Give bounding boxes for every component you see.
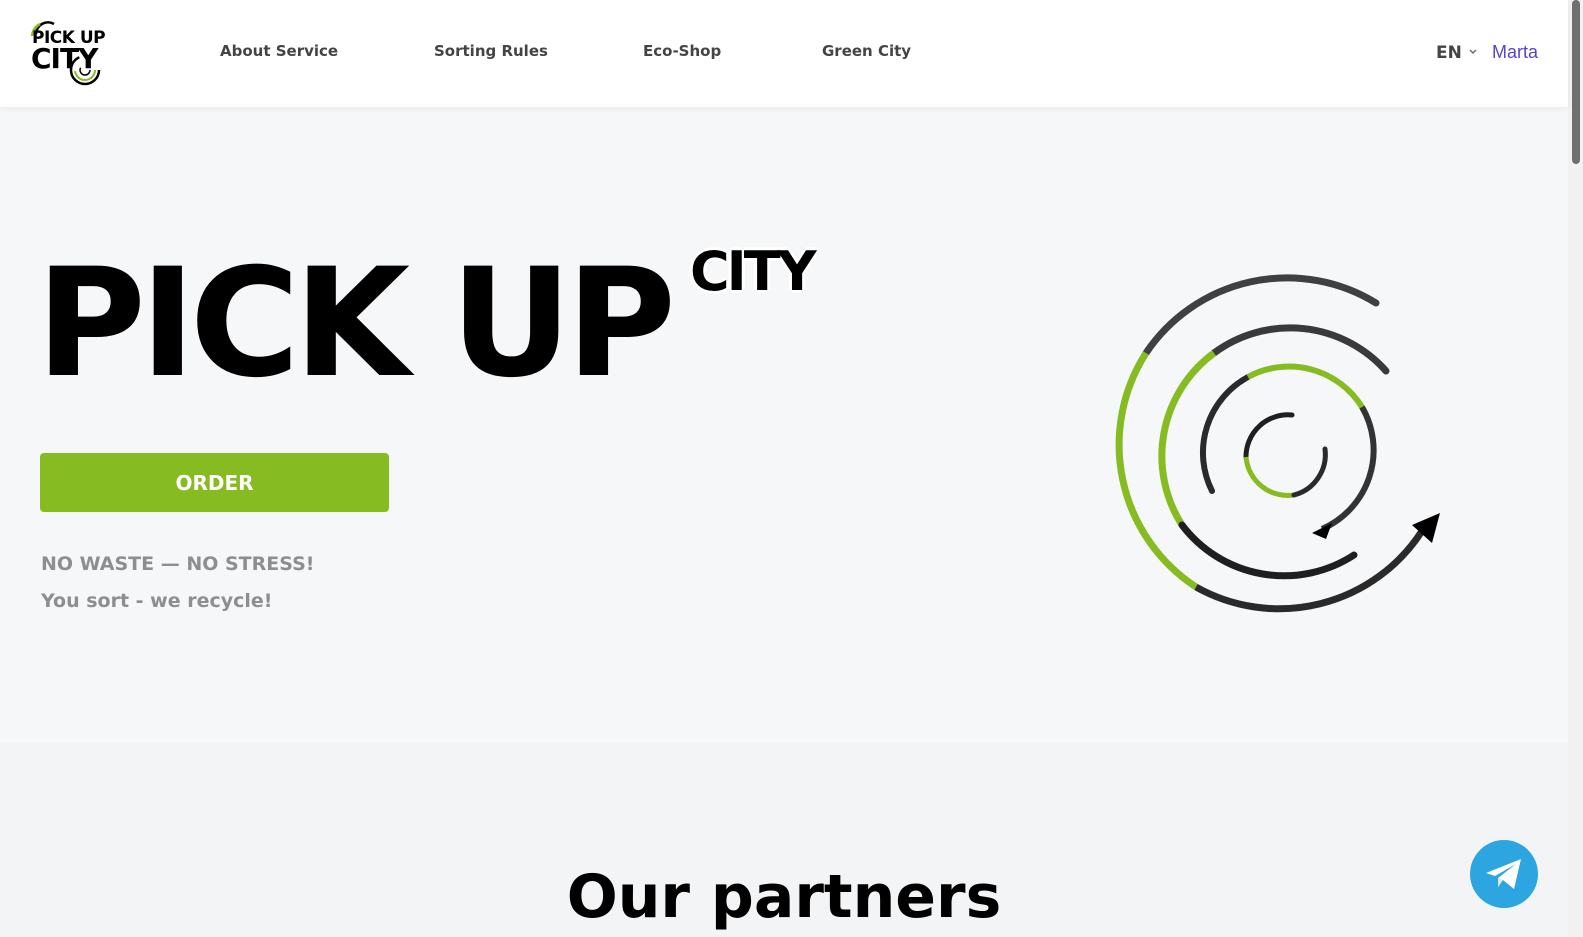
user-account-link[interactable]: Marta xyxy=(1492,42,1538,63)
site-header: PICK UP CITY About Service Sorting Rules… xyxy=(0,0,1568,107)
language-selector[interactable]: EN xyxy=(1436,42,1478,64)
telegram-chat-button[interactable] xyxy=(1470,840,1538,908)
page: PICK UP CITY About Service Sorting Rules… xyxy=(0,0,1583,937)
hero-slogan-line1: NO WASTE — NO STRESS! xyxy=(41,553,315,575)
hero-slogan-line2: You sort - we recycle! xyxy=(41,590,273,612)
nav-green-city[interactable]: Green City xyxy=(822,42,911,60)
page-scrollbar[interactable] xyxy=(1568,0,1583,937)
recycle-rings-icon xyxy=(1115,274,1440,613)
hero-title: PICK UP xyxy=(36,237,676,411)
hero-title-superscript: CITY xyxy=(690,240,817,303)
hero-section: PICK UP CITY ORDER NO WASTE — NO STRESS!… xyxy=(0,107,1568,743)
nav-sorting-rules[interactable]: Sorting Rules xyxy=(434,42,548,60)
telegram-icon xyxy=(1486,859,1521,889)
nav-eco-shop[interactable]: Eco-Shop xyxy=(643,42,721,60)
language-label: EN xyxy=(1436,43,1462,63)
chevron-down-icon xyxy=(1468,48,1478,59)
partners-section: Our partners xyxy=(0,743,1568,937)
partners-title: Our partners xyxy=(566,862,1002,932)
order-button[interactable]: ORDER xyxy=(40,453,389,512)
nav-about-service[interactable]: About Service xyxy=(220,42,338,60)
site-logo[interactable]: PICK UP CITY xyxy=(30,18,110,90)
logo-text-city: CITY xyxy=(31,42,98,75)
scrollbar-thumb[interactable] xyxy=(1572,0,1580,164)
